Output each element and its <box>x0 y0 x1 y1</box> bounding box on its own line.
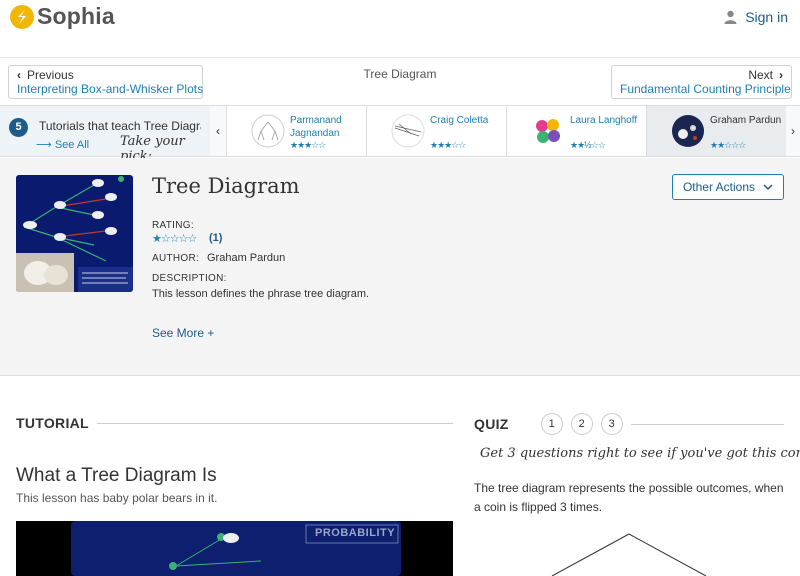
tutorial-rating-stars: ★★☆☆☆ <box>710 140 746 150</box>
sophia-logo-icon <box>10 4 34 29</box>
tutorial-rating-stars: ★★½☆☆ <box>570 140 606 150</box>
video-player[interactable]: PROBABILITY <box>16 521 453 576</box>
sophia-logo[interactable]: Sophia <box>10 3 115 30</box>
next-label-row: Next › <box>620 68 783 82</box>
author-label: AUTHOR: <box>152 253 200 264</box>
tutorial-rating-stars: ★★★☆☆ <box>290 140 326 150</box>
tutorial-subtitle: This lesson has baby polar bears in it. <box>16 491 218 505</box>
chevron-down-icon <box>763 183 773 190</box>
tutorial-title: What a Tree Diagram Is <box>16 465 217 486</box>
chevron-right-icon: › <box>791 124 795 138</box>
quiz-question-2-button[interactable]: 2 <box>570 413 593 435</box>
next-label: Next <box>748 68 773 82</box>
tutorial-author-name: Parmanand Jagnandan <box>290 115 342 139</box>
divider <box>96 422 453 424</box>
tutorials-intro: 5 Tutorials that teach Tree Diagra ⟶ See… <box>0 106 210 164</box>
diagram-thumbnail <box>391 114 425 148</box>
lesson-thumbnail <box>16 175 133 292</box>
sign-in-label: Sign in <box>745 9 788 25</box>
user-icon <box>724 10 737 24</box>
author-name: Graham Pardun <box>207 252 286 264</box>
colorful-thumbnail <box>532 115 564 147</box>
carousel-prev-button[interactable]: ‹ <box>210 106 226 156</box>
tutorial-card[interactable]: Craig Coletta ★★★☆☆ <box>366 106 506 156</box>
chevron-left-icon: ‹ <box>216 124 220 138</box>
tutorial-author-name: Craig Coletta <box>430 115 489 126</box>
arrow-right-icon: ⟶ <box>36 139 52 151</box>
next-lesson-title: Fundamental Counting Principle <box>620 82 791 96</box>
tutorials-strip: 5 Tutorials that teach Tree Diagra ⟶ See… <box>0 105 800 164</box>
tutorials-intro-text: Tutorials that teach Tree Diagra <box>39 119 201 133</box>
rating-stars[interactable]: ★☆☆☆☆ <box>152 232 197 245</box>
quiz-question-1-button[interactable]: 1 <box>540 413 563 435</box>
previous-label-row: ‹ Previous <box>17 68 194 82</box>
chevron-right-icon: › <box>779 68 783 82</box>
tutorial-author-name: Graham Pardun <box>710 115 782 126</box>
quiz-prompt: Get 3 questions right to see if you've g… <box>480 446 800 461</box>
sign-in-link[interactable]: Sign in <box>724 9 788 25</box>
see-all-label: See All <box>54 139 90 151</box>
tutorial-rating-stars: ★★★☆☆ <box>430 140 466 150</box>
tutorial-card[interactable]: Laura Langhoff ★★½☆☆ <box>506 106 646 156</box>
previous-label: Previous <box>27 68 74 82</box>
tutorial-card-selected[interactable]: Graham Pardun ★★☆☆☆ <box>646 106 786 156</box>
see-all-link[interactable]: ⟶ See All <box>36 138 89 151</box>
next-lesson-button[interactable]: Next › Fundamental Counting Principle <box>611 65 792 99</box>
video-badge: PROBABILITY <box>315 527 396 539</box>
quiz-label: QUIZ <box>474 416 509 432</box>
description-text: This lesson defines the phrase tree diag… <box>152 288 370 300</box>
polar-bear-thumbnail <box>672 115 704 147</box>
lesson-nav: ‹ Previous Interpreting Box-and-Whisker P… <box>0 57 800 105</box>
current-lesson-label: Tree Diagram <box>363 67 437 81</box>
description-label: DESCRIPTION: <box>152 273 227 284</box>
top-bar: Sophia Sign in <box>0 0 800 57</box>
quiz-question-text: The tree diagram represents the possible… <box>474 481 784 514</box>
quiz-question-3-button[interactable]: 3 <box>600 413 623 435</box>
rating-count[interactable]: (1) <box>209 232 222 244</box>
carousel-next-button[interactable]: › <box>786 106 800 156</box>
tutorial-card[interactable]: Parmanand Jagnandan ★★★☆☆ <box>226 106 366 156</box>
tutorial-author-name: Laura Langhoff <box>570 115 638 126</box>
lesson-title: Tree Diagram <box>152 174 300 198</box>
quiz-header: QUIZ 1 2 3 <box>474 413 784 435</box>
tutorial-section-header: TUTORIAL <box>16 415 453 431</box>
other-actions-button[interactable]: Other Actions <box>672 174 784 200</box>
see-more-link[interactable]: See More + <box>152 326 214 340</box>
rating-label: RATING: <box>152 220 194 231</box>
divider <box>630 423 784 425</box>
tree-diagram-thumbnail <box>251 114 285 148</box>
quiz-tree-diagram <box>551 533 707 576</box>
brand-name: Sophia <box>37 3 115 29</box>
previous-lesson-title: Interpreting Box-and-Whisker Plots <box>17 82 204 96</box>
tutorial-section-label: TUTORIAL <box>16 415 89 431</box>
other-actions-label: Other Actions <box>682 180 756 194</box>
previous-lesson-button[interactable]: ‹ Previous Interpreting Box-and-Whisker P… <box>8 65 203 99</box>
tutorial-count-badge: 5 <box>9 118 28 137</box>
lesson-header: Tree Diagram Other Actions RATING: ★☆☆☆☆… <box>0 158 800 376</box>
chevron-left-icon: ‹ <box>17 68 21 82</box>
